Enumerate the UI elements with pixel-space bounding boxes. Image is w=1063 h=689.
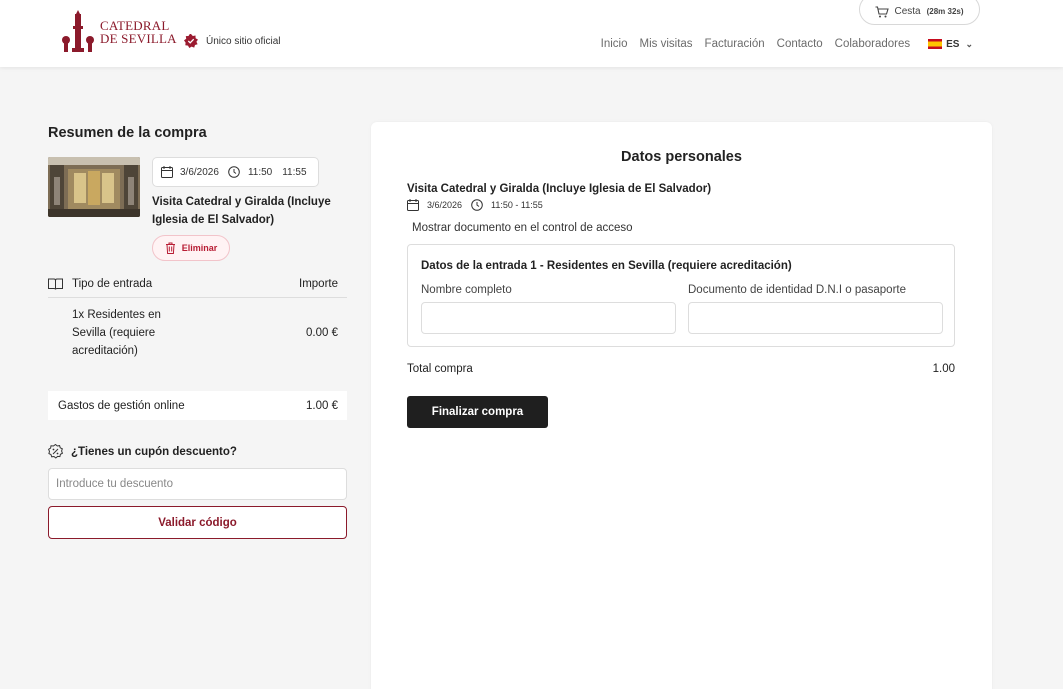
official-site-badge: Único sitio oficial — [184, 34, 280, 48]
coupon-question-text: ¿Tienes un cupón descuento? — [71, 445, 237, 458]
cathedral-interior-image — [48, 157, 140, 217]
clock-icon — [228, 166, 240, 178]
full-name-input[interactable] — [421, 302, 676, 334]
official-label: Único sitio oficial — [206, 35, 281, 47]
visit-thumbnail — [48, 157, 140, 217]
visit-datetime-box: 3/6/2026 11:50 11:55 — [152, 157, 319, 187]
fees-label: Gastos de gestión online — [58, 399, 185, 412]
card-visit-datetime: 3/6/2026 11:50 - 11:55 — [407, 199, 543, 211]
main-nav: Inicio Mis visitas Facturación Contacto … — [589, 38, 973, 50]
full-name-label: Nombre completo — [421, 284, 512, 296]
spain-flag-icon — [928, 39, 943, 49]
total-value: 1.00 — [932, 363, 955, 375]
clock-icon — [471, 199, 483, 211]
visit-time-start: 11:50 — [247, 166, 273, 178]
validate-code-button[interactable]: Validar código — [48, 506, 347, 539]
nav-contacto[interactable]: Contacto — [777, 38, 823, 50]
ticket-description: 1x Residentes en Sevilla (requiere acred… — [72, 309, 161, 357]
nav-mis-visitas[interactable]: Mis visitas — [640, 38, 693, 50]
coupon-question: ¿Tienes un cupón descuento? — [48, 444, 237, 459]
table-row: 1x Residentes en Sevilla (requiere acred… — [72, 306, 347, 360]
visit-time-end: 11:55 — [282, 166, 307, 178]
finish-purchase-button[interactable]: Finalizar compra — [407, 396, 548, 428]
nav-inicio[interactable]: Inicio — [601, 38, 628, 50]
cart-button[interactable]: Cesta (28m 32s) — [859, 0, 980, 25]
trash-icon — [165, 242, 175, 254]
delete-label: Eliminar — [181, 243, 218, 253]
entry-title: Datos de la entrada 1 - Residentes en Se… — [421, 260, 792, 272]
id-document-input[interactable] — [688, 302, 943, 334]
visit-name: Visita Catedral y Giralda (Incluye Igles… — [152, 196, 331, 226]
ticket-entry-form: Datos de la entrada 1 - Residentes en Se… — [407, 244, 955, 347]
total-label: Total compra — [407, 363, 473, 375]
giralda-logo-icon — [62, 10, 94, 52]
site-header: CATEDRAL DE SEVILLA Único sitio oficial … — [0, 0, 1063, 67]
nav-colaboradores[interactable]: Colaboradores — [835, 38, 910, 50]
visit-date: 3/6/2026 — [180, 166, 219, 178]
access-control-note: Mostrar documento en el control de acces… — [412, 222, 633, 234]
nav-facturacion[interactable]: Facturación — [705, 38, 765, 50]
ticket-table-header: Tipo de entrada Importe — [48, 270, 347, 298]
calendar-icon — [407, 199, 419, 211]
calendar-icon — [161, 166, 173, 178]
logo-line-2: DE SEVILLA — [100, 31, 177, 46]
coupon-input[interactable] — [48, 468, 347, 500]
cart-label: Cesta — [894, 6, 921, 17]
fees-value: 1.00 € — [306, 399, 338, 412]
id-document-label: Documento de identidad D.N.I o pasaporte — [688, 284, 906, 296]
language-code: ES — [946, 38, 960, 50]
total-row: Total compra 1.00 — [407, 363, 955, 375]
discount-icon — [48, 444, 63, 459]
column-ticket-type: Tipo de entrada — [72, 277, 153, 290]
language-selector[interactable]: ES ⌄ — [928, 39, 973, 50]
cart-icon — [875, 5, 890, 17]
card-visit-name: Visita Catedral y Giralda (Incluye Igles… — [407, 183, 712, 195]
catedral-logo[interactable]: CATEDRAL DE SEVILLA — [60, 10, 177, 54]
logo-text: CATEDRAL DE SEVILLA — [100, 19, 177, 45]
fees-row: Gastos de gestión online 1.00 € — [48, 391, 347, 420]
seal-icon — [184, 34, 198, 48]
summary-title: Resumen de la compra — [48, 125, 207, 141]
chevron-down-icon: ⌄ — [965, 38, 973, 49]
personal-data-card: Datos personales Visita Catedral y Giral… — [371, 122, 992, 689]
delete-button[interactable]: Eliminar — [152, 235, 230, 261]
card-visit-time: 11:50 - 11:55 — [491, 200, 543, 210]
cart-timer: (28m 32s) — [926, 7, 964, 16]
book-icon — [48, 278, 63, 290]
column-amount: Importe — [299, 277, 338, 290]
personal-data-title: Datos personales — [621, 149, 742, 165]
card-visit-date: 3/6/2026 — [427, 200, 463, 210]
ticket-price: 0.00 € — [306, 327, 338, 339]
